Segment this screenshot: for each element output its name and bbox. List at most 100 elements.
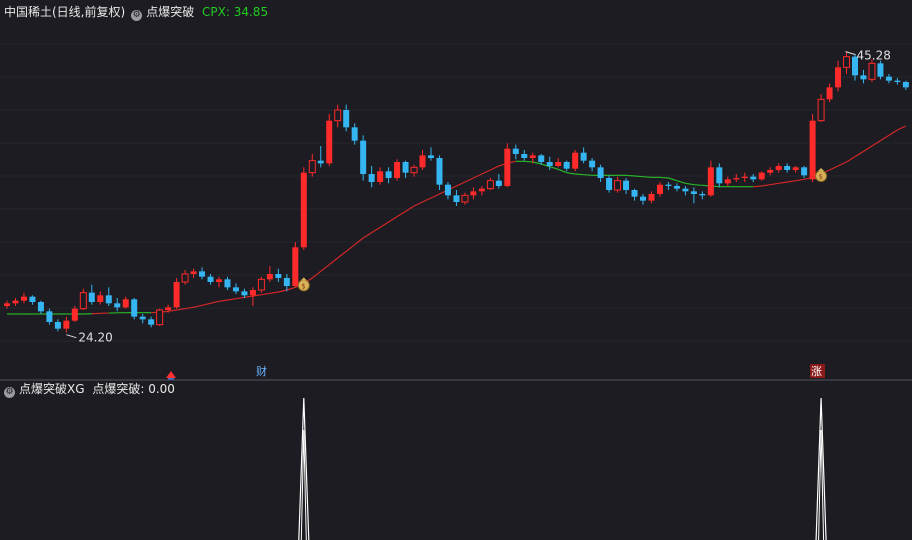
ma-segment	[362, 232, 372, 239]
candle-body	[37, 302, 44, 312]
gear-icon[interactable]: ⚙	[4, 387, 15, 398]
candle-body	[79, 292, 87, 310]
candle	[792, 166, 799, 173]
ma-segment	[337, 250, 347, 259]
candle-body	[495, 180, 502, 186]
indicator-name[interactable]: 点爆突破	[146, 5, 194, 19]
candle-body	[444, 184, 451, 196]
ma-segment	[583, 174, 593, 176]
candle-body	[758, 172, 765, 180]
candle-body	[623, 180, 630, 190]
ma-segment	[888, 129, 898, 136]
candle	[173, 278, 180, 309]
candle-body	[733, 178, 740, 180]
candle-body	[640, 196, 646, 201]
candle-body	[868, 62, 876, 80]
candle-body	[801, 167, 808, 176]
ma-segment	[685, 182, 694, 186]
candlestick-series	[4, 51, 909, 333]
ma-segment	[210, 300, 220, 304]
candle	[199, 267, 206, 280]
candle	[12, 298, 19, 306]
candle-body	[597, 167, 604, 178]
candle-body	[767, 170, 774, 173]
candle	[589, 158, 596, 172]
candle	[88, 284, 95, 305]
candle	[224, 276, 231, 290]
candle	[478, 186, 485, 196]
ma-segment	[625, 174, 635, 177]
candle-body	[902, 82, 909, 88]
candle	[334, 104, 342, 128]
candle-body	[606, 178, 613, 190]
candle-body	[555, 162, 562, 166]
candle	[724, 176, 731, 186]
candle-body	[614, 180, 622, 191]
ma-segment	[235, 296, 245, 300]
sub-indicator-name[interactable]: 点爆突破XG	[19, 382, 85, 396]
candle-body	[682, 188, 689, 192]
candle	[546, 156, 553, 170]
candle-body	[656, 184, 663, 194]
candle-body	[470, 191, 477, 196]
red-arrow-icon[interactable]	[166, 371, 176, 378]
candle	[733, 174, 740, 182]
candle	[190, 268, 197, 278]
ma-segment	[880, 134, 890, 142]
candle	[640, 194, 646, 205]
cai-marker[interactable]: 财	[256, 364, 267, 378]
candle	[597, 164, 604, 182]
candle	[453, 190, 460, 206]
candle	[232, 283, 239, 294]
candle-body	[817, 98, 825, 122]
candle	[351, 123, 358, 145]
candle	[741, 172, 748, 182]
ma-segment	[549, 166, 559, 170]
candle-body	[292, 247, 299, 286]
candle	[410, 164, 418, 177]
candle-body	[809, 120, 816, 180]
candle-body	[860, 75, 867, 80]
sub-indicator-value: 点爆突破: 0.00	[92, 382, 175, 396]
ma-segment	[753, 185, 762, 188]
candle	[122, 296, 129, 309]
ma-segment	[693, 184, 703, 186]
candle	[843, 51, 851, 74]
candle-body	[394, 162, 401, 178]
candle	[156, 308, 164, 326]
candle-body	[428, 155, 434, 158]
stock-title: 中国稀土(日线,前复权)	[4, 5, 126, 19]
ma-segment	[396, 210, 406, 218]
signal-spike	[815, 397, 827, 540]
gear-icon[interactable]: ⚙	[131, 10, 143, 21]
candle-body	[529, 155, 536, 158]
ma-segment	[345, 244, 356, 252]
candle	[308, 154, 316, 177]
candle	[54, 319, 61, 332]
candle-body	[300, 172, 307, 248]
candle-body	[741, 176, 748, 178]
ma-segment	[668, 177, 678, 182]
candle-body	[648, 194, 655, 201]
candle	[690, 187, 697, 204]
ma-segment	[193, 304, 203, 308]
candle	[809, 114, 816, 182]
ma-segment	[413, 201, 423, 207]
candle-body	[249, 290, 256, 296]
candle-body	[504, 148, 511, 186]
money-bag-icon[interactable]: $	[815, 168, 828, 182]
candle	[521, 150, 528, 161]
ma-segment	[829, 165, 839, 171]
money-bag-icon[interactable]: $	[297, 277, 310, 292]
ma-segment	[379, 221, 389, 228]
signal-spikes	[298, 397, 827, 540]
candle-body	[843, 56, 851, 68]
candle-body	[377, 171, 384, 182]
candle	[902, 80, 909, 90]
zhang-marker[interactable]: 涨	[811, 365, 822, 378]
candle	[817, 94, 825, 122]
money-bag-tie	[818, 168, 825, 171]
ma-segment	[464, 177, 474, 183]
candle	[292, 242, 299, 288]
candle	[4, 300, 10, 309]
